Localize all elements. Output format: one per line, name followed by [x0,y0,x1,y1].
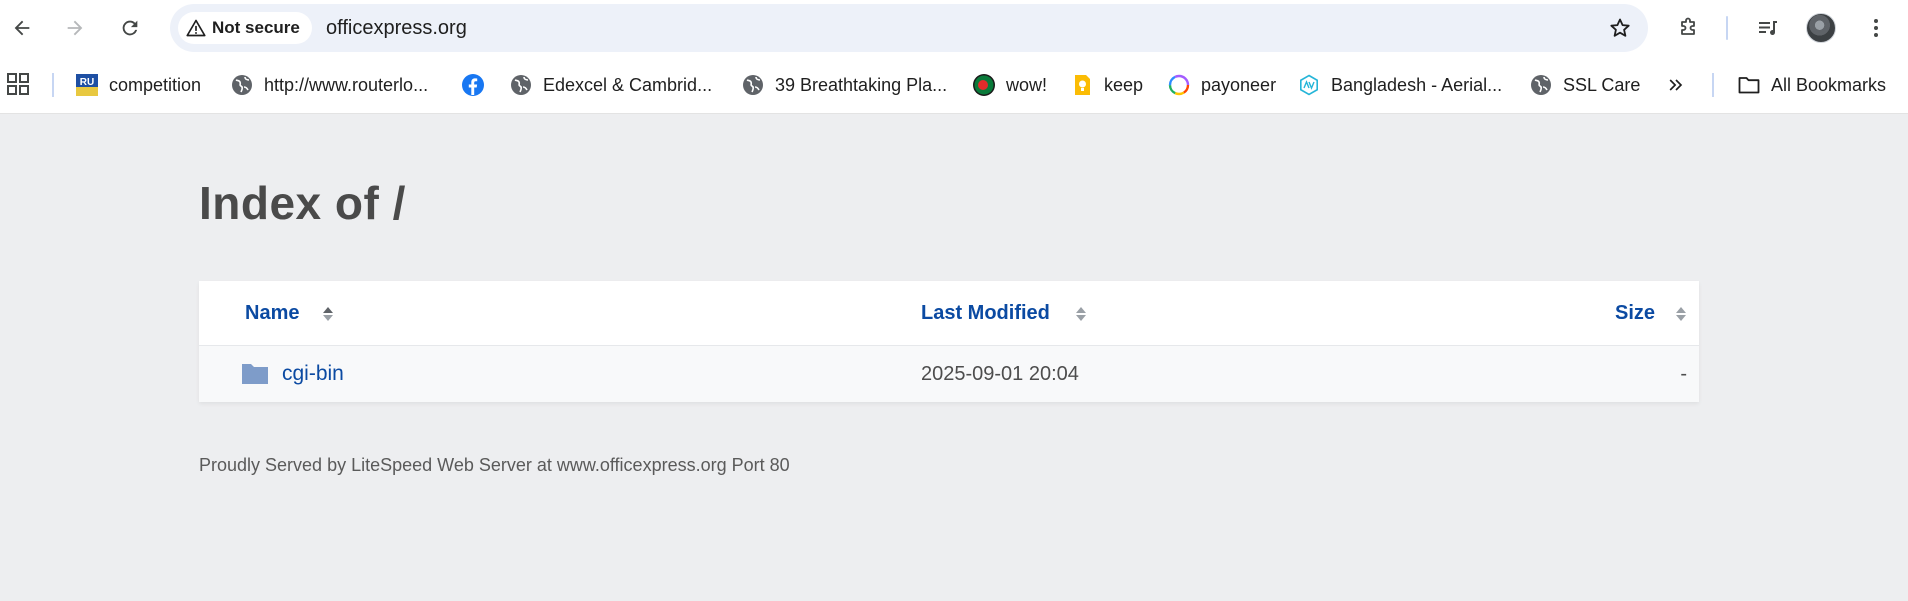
address-bar[interactable]: Not secure officexpress.org [170,4,1648,52]
folder-icon [242,364,268,384]
bookmark-label: competition [109,74,202,95]
bookmark-ssl-care[interactable]: SSL Care [1529,69,1640,101]
back-button[interactable] [4,10,40,46]
facebook-icon [461,73,485,97]
browser-toolbar: Not secure officexpress.org [0,0,1908,56]
more-bookmarks-button[interactable] [1664,69,1688,101]
column-header-last-modified[interactable]: Last Modified [921,281,1050,346]
media-control-icon [1759,21,1777,35]
menu-button[interactable] [1860,12,1892,44]
column-header-name[interactable]: Name [245,281,299,346]
folder-outline-icon [1737,73,1761,97]
bookmark-keep[interactable]: keep [1070,69,1143,101]
ru-favicon: RU [75,73,99,97]
warning-icon [186,19,206,37]
globe-icon [230,73,254,97]
aerial-icon [1297,73,1321,97]
payoneer-icon [1167,73,1191,97]
bookmark-label: http://www.routerlo... [264,74,429,95]
globe-icon [741,73,765,97]
size-value: - [1680,363,1687,385]
menu-icon [1874,19,1878,37]
extensions-icon [1681,17,1695,35]
bookmark-bangladesh-aerial[interactable]: Bangladesh - Aerial... [1297,69,1502,101]
avatar[interactable] [1806,13,1836,43]
bookmark-label: Edexcel & Cambrid... [543,74,713,95]
reload-icon [122,20,138,36]
bookmark-facebook[interactable] [461,69,485,101]
bookmark-wow[interactable]: wow! [972,69,1047,101]
reload-button[interactable] [112,10,148,46]
bookmark-label: 39 Breathtaking Pla... [775,74,948,95]
apps-grid-icon[interactable] [6,72,30,96]
bangladesh-flag-icon [972,73,996,97]
bookmark-competition[interactable]: RU competition [75,69,201,101]
bookmark-label: Bangladesh - Aerial... [1331,74,1503,95]
file-link-cgi-bin[interactable]: cgi-bin [282,346,344,402]
bookmark-label: SSL Care [1563,74,1641,95]
not-secure-label: Not secure [212,18,300,37]
bookmark-label: keep [1104,74,1144,95]
bookmarks-bar: RU competition http://www.routerlo... Ed… [0,56,1908,114]
bookmark-label: wow! [1006,74,1048,95]
forward-icon [67,20,83,36]
sort-icon[interactable] [1674,305,1688,323]
sort-icon[interactable] [1074,305,1088,323]
forward-button[interactable] [57,10,93,46]
svg-text:RU: RU [80,77,94,88]
star-icon [1610,18,1630,37]
extensions-button[interactable] [1672,12,1704,44]
bookmarks-divider [1712,73,1714,97]
all-bookmarks-button[interactable]: All Bookmarks [1737,69,1886,101]
back-icon [14,20,30,36]
column-header-size[interactable]: Size [1615,281,1655,346]
bookmarks-divider [52,73,54,97]
bookmark-label: payoneer [1201,74,1277,95]
toolbar-divider [1726,16,1728,40]
keep-icon [1070,73,1094,97]
server-footer: Proudly Served by LiteSpeed Web Server a… [199,455,790,475]
url-text[interactable]: officexpress.org [326,4,467,52]
media-control-button[interactable] [1752,12,1784,44]
chevron-double-right-icon [1669,79,1683,91]
table-header: Name Last Modified Size [199,281,1699,346]
table-row: cgi-bin 2025-09-01 20:04 - [199,346,1699,402]
last-modified-value: 2025-09-01 20:04 [921,363,1079,385]
bookmark-breathtaking[interactable]: 39 Breathtaking Pla... [741,69,947,101]
bookmark-edexcel[interactable]: Edexcel & Cambrid... [509,69,712,101]
directory-listing-table: Name Last Modified Size cgi-bin 2025-09-… [199,281,1699,402]
bookmark-payoneer[interactable]: payoneer [1167,69,1276,101]
globe-icon [1529,73,1553,97]
globe-icon [509,73,533,97]
bookmark-routerlogin[interactable]: http://www.routerlo... [230,69,428,101]
sort-icon[interactable] [321,305,335,323]
site-security-chip[interactable]: Not secure [178,12,312,44]
bookmark-star-button[interactable] [1606,14,1634,42]
page-title: Index of / [199,177,406,229]
all-bookmarks-label: All Bookmarks [1771,74,1887,95]
